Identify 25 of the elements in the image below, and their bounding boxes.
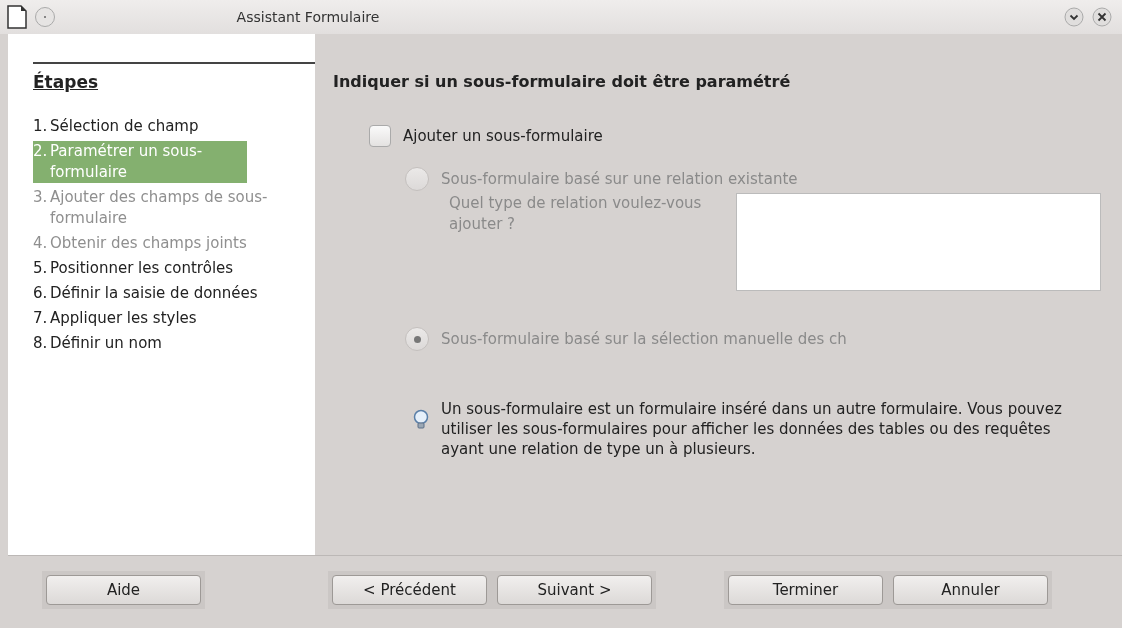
checkbox-label: Ajouter un sous-formulaire (403, 127, 603, 145)
relation-list[interactable] (736, 193, 1101, 291)
step-item[interactable]: 1. Sélection de champ (33, 116, 295, 137)
page-heading: Indiquer si un sous-formulaire doit être paramétré (333, 72, 792, 91)
dialog-button[interactable]: Aide (46, 575, 201, 605)
dialog-button[interactable]: Terminer (728, 575, 883, 605)
dialog-button[interactable]: Suivant > (497, 575, 652, 605)
window-title: Assistant Formulaire (235, 9, 381, 25)
close-button[interactable] (1092, 7, 1112, 27)
radio-label: Sous-formulaire basé sur la sélection manuelle des ch (441, 330, 847, 348)
step-item[interactable]: 7. Appliquer les styles (33, 308, 295, 329)
checkbox[interactable] (369, 125, 391, 147)
step-item[interactable]: 8. Définir un nom (33, 333, 295, 354)
radio-label: Sous-formulaire basé sur une relation existante (441, 170, 798, 188)
dialog-button[interactable]: < Précédent (332, 575, 487, 605)
pin-button[interactable] (34, 6, 56, 28)
info-text: Un sous-formulaire est un formulaire inséré dans un autre formulaire. Vous pouvez utiliser les sous-formulaires pour afficher les données des tables ou des requêtes ayant une relation de type un à plusieurs. (441, 399, 1063, 459)
dialog-button[interactable]: Annuler (893, 575, 1048, 605)
steps-heading: Étapes (33, 62, 315, 92)
document-icon[interactable] (6, 5, 28, 29)
minimize-button[interactable] (1064, 7, 1084, 27)
step-item[interactable]: 6. Définir la saisie de données (33, 283, 295, 304)
step-item[interactable]: 5. Positionner les contrôles (33, 258, 295, 279)
relation-label: Quel type de relation voulez-vous ajouter ? (449, 193, 703, 235)
lightbulb-icon (413, 409, 429, 431)
